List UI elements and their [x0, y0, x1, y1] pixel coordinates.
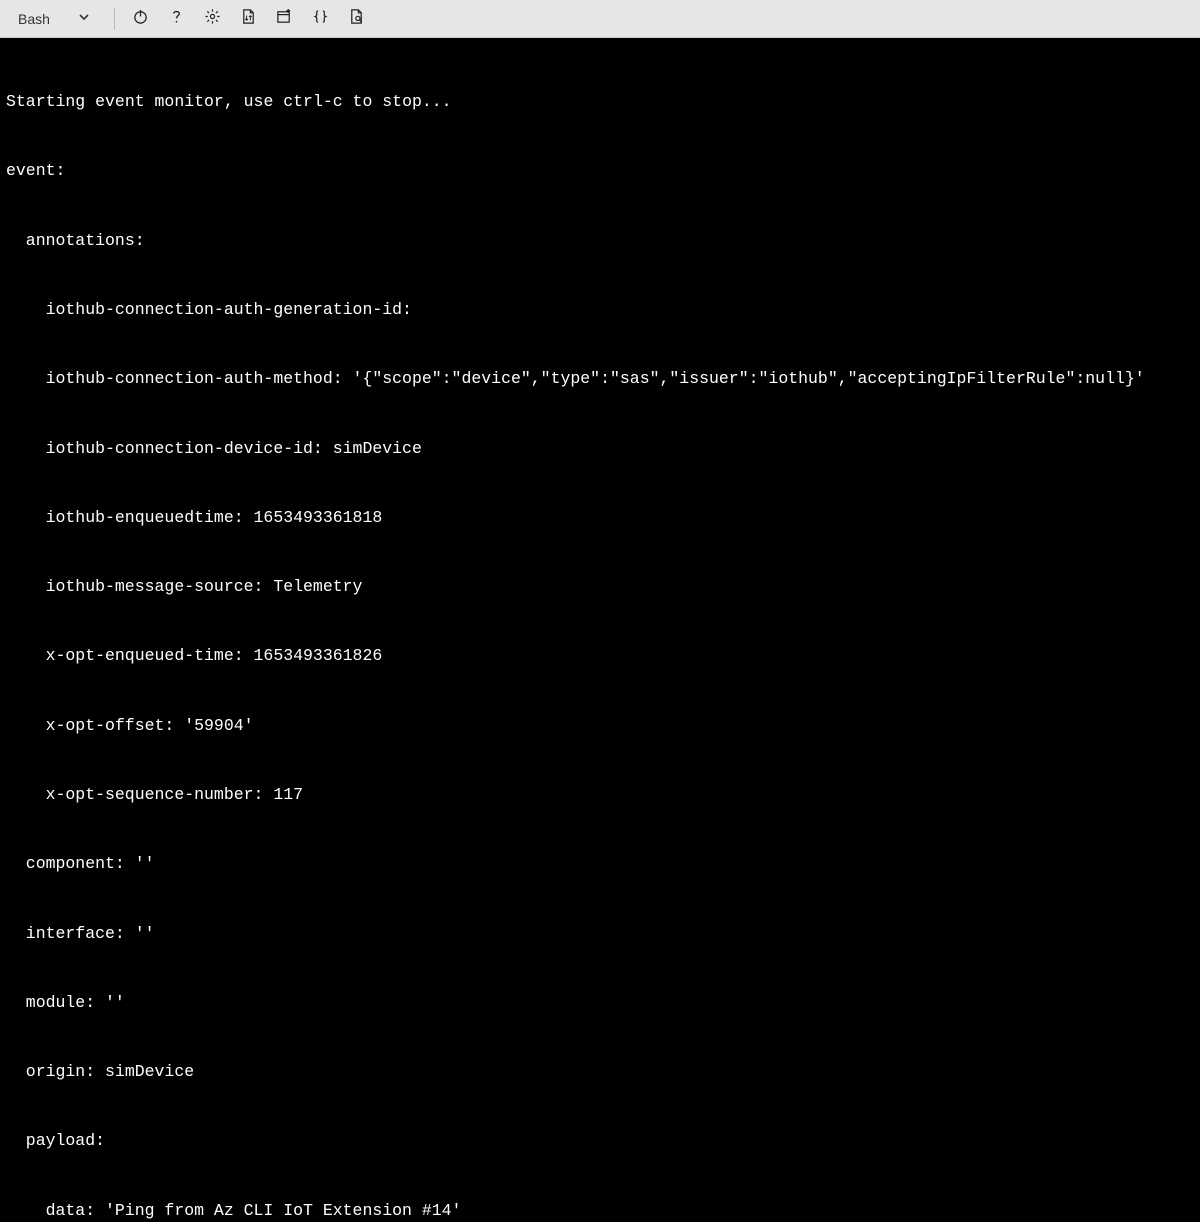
- terminal-output[interactable]: Starting event monitor, use ctrl-c to st…: [0, 38, 1200, 1222]
- upload-download-button[interactable]: [233, 4, 265, 34]
- terminal-line: iothub-connection-auth-method: '{"scope"…: [6, 367, 1194, 390]
- restart-button[interactable]: [125, 4, 157, 34]
- terminal-line: x-opt-sequence-number: 117: [6, 783, 1194, 806]
- power-icon: [132, 8, 149, 30]
- new-window-icon: [276, 8, 293, 30]
- terminal-line: module: '': [6, 991, 1194, 1014]
- preview-icon: [348, 8, 365, 30]
- terminal-line: iothub-message-source: Telemetry: [6, 575, 1194, 598]
- settings-button[interactable]: [197, 4, 229, 34]
- help-icon: [168, 8, 185, 30]
- terminal-line: iothub-connection-auth-generation-id:: [6, 298, 1194, 321]
- terminal-line: iothub-enqueuedtime: 1653493361818: [6, 506, 1194, 529]
- terminal-line: payload:: [6, 1129, 1194, 1152]
- shell-label: Bash: [18, 11, 50, 27]
- chevron-down-icon: [78, 10, 90, 28]
- braces-icon: [312, 8, 329, 30]
- terminal-line: annotations:: [6, 229, 1194, 252]
- web-preview-button[interactable]: [341, 4, 373, 34]
- terminal-line: origin: simDevice: [6, 1060, 1194, 1083]
- terminal-line: data: 'Ping from Az CLI IoT Extension #1…: [6, 1199, 1194, 1222]
- terminal-line: x-opt-enqueued-time: 1653493361826: [6, 644, 1194, 667]
- terminal-line: x-opt-offset: '59904': [6, 714, 1194, 737]
- terminal-line: component: '': [6, 852, 1194, 875]
- help-button[interactable]: [161, 4, 193, 34]
- toolbar-divider: [114, 8, 115, 30]
- file-transfer-icon: [240, 8, 257, 30]
- terminal-line: Starting event monitor, use ctrl-c to st…: [6, 90, 1194, 113]
- new-session-button[interactable]: [269, 4, 301, 34]
- cloud-shell-toolbar: Bash: [0, 0, 1200, 38]
- terminal-line: interface: '': [6, 922, 1194, 945]
- editor-button[interactable]: [305, 4, 337, 34]
- terminal-line: iothub-connection-device-id: simDevice: [6, 437, 1194, 460]
- terminal-line: event:: [6, 159, 1194, 182]
- shell-selector[interactable]: Bash: [10, 6, 98, 32]
- gear-icon: [204, 8, 221, 30]
